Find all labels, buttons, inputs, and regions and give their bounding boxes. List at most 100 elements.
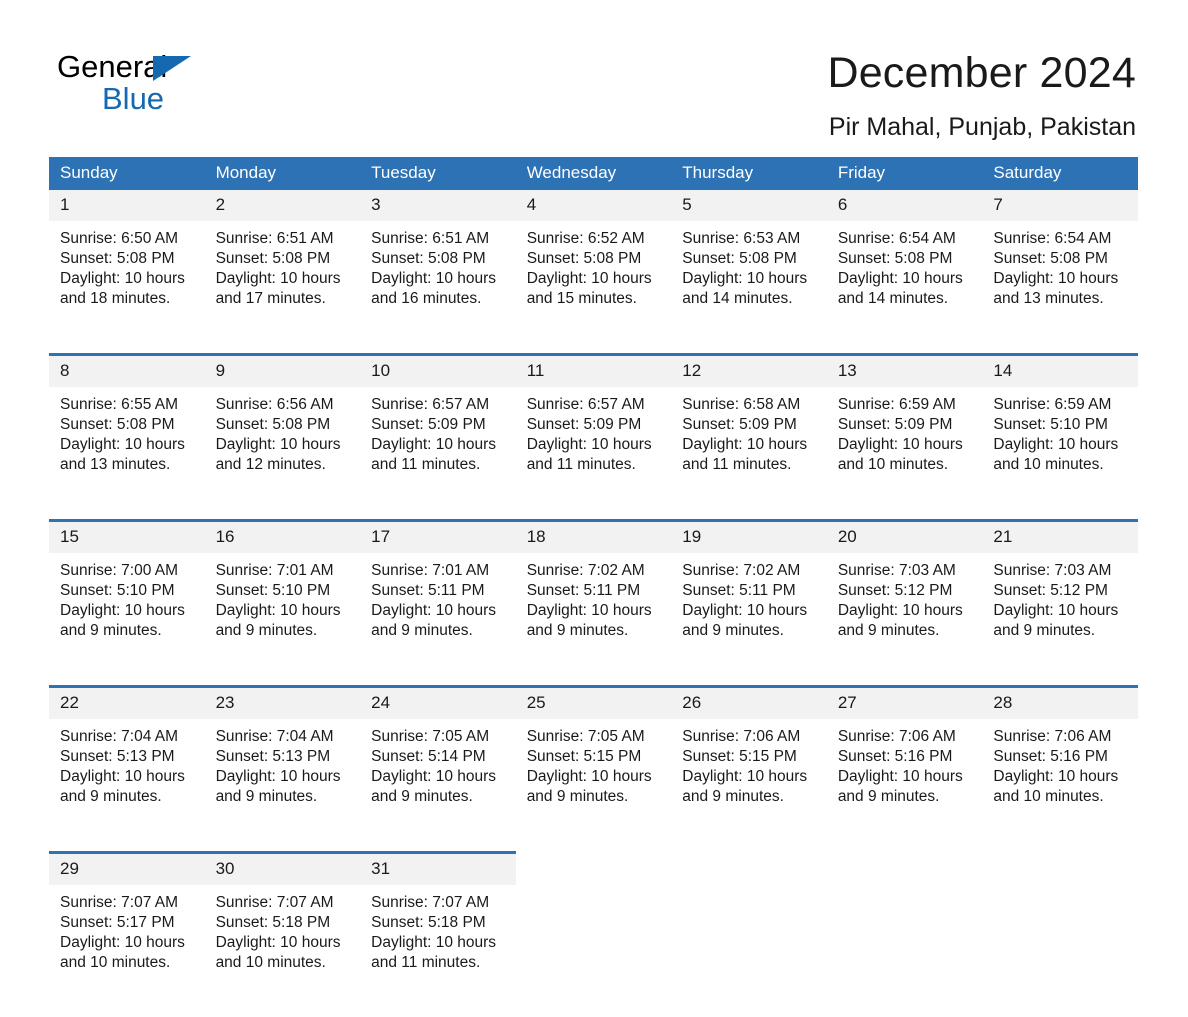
day-cell[interactable]: Sunrise: 7:00 AM Sunset: 5:10 PM Dayligh… [49,553,205,687]
day-cell[interactable]: Sunrise: 6:59 AM Sunset: 5:09 PM Dayligh… [826,387,983,521]
day-cell[interactable]: Sunrise: 7:07 AM Sunset: 5:18 PM Dayligh… [360,885,516,1017]
day-number[interactable]: 27 [826,685,983,719]
day-cell[interactable]: Sunrise: 7:01 AM Sunset: 5:10 PM Dayligh… [204,553,361,687]
day-cell[interactable]: Sunrise: 7:03 AM Sunset: 5:12 PM Dayligh… [826,553,983,687]
day-cell[interactable]: Sunrise: 7:07 AM Sunset: 5:17 PM Dayligh… [49,885,205,1017]
daylight-text: Daylight: 10 hours and 9 minutes. [215,602,341,639]
day-number[interactable]: 17 [360,519,516,553]
sunset-text: Sunset: 5:13 PM [60,748,175,765]
day-number-empty [982,851,1138,885]
calendar-grid: Sunday Monday Tuesday Wednesday Thursday… [49,157,1138,1017]
title-block: December 2024 Pir Mahal, Punjab, Pakista… [436,48,1136,144]
day-cell[interactable]: Sunrise: 7:05 AM Sunset: 5:14 PM Dayligh… [360,719,516,853]
day-number[interactable]: 28 [982,685,1138,719]
sunset-text: Sunset: 5:10 PM [215,582,331,599]
sunrise-text: Sunrise: 6:55 AM [60,396,179,413]
day-number[interactable]: 6 [826,190,983,221]
daylight-text: Daylight: 10 hours and 9 minutes. [526,602,652,639]
day-number[interactable]: 20 [826,519,983,553]
day-number[interactable]: 26 [671,685,827,719]
logo-triangle-icon [153,56,191,81]
day-number[interactable]: 13 [826,353,983,387]
day-number[interactable]: 2 [204,190,361,221]
sunrise-text: Sunrise: 6:51 AM [371,230,490,247]
day-cell[interactable]: Sunrise: 6:54 AM Sunset: 5:08 PM Dayligh… [982,221,1138,355]
day-number[interactable]: 24 [360,685,516,719]
day-cell[interactable]: Sunrise: 6:50 AM Sunset: 5:08 PM Dayligh… [49,221,205,355]
day-number[interactable]: 16 [204,519,361,553]
sunrise-text: Sunrise: 6:59 AM [837,396,956,413]
day-number[interactable]: 12 [671,353,827,387]
day-cell[interactable]: Sunrise: 7:06 AM Sunset: 5:15 PM Dayligh… [671,719,827,853]
sunset-text: Sunset: 5:13 PM [215,748,331,765]
day-cell[interactable]: Sunrise: 6:54 AM Sunset: 5:08 PM Dayligh… [826,221,983,355]
day-number[interactable]: 1 [49,190,205,221]
daylight-text: Daylight: 10 hours and 11 minutes. [682,436,808,473]
day-cell[interactable]: Sunrise: 7:03 AM Sunset: 5:12 PM Dayligh… [982,553,1138,687]
sunrise-text: Sunrise: 7:01 AM [215,562,334,579]
daylight-text: Daylight: 10 hours and 9 minutes. [60,602,185,639]
day-cell[interactable]: Sunrise: 6:53 AM Sunset: 5:08 PM Dayligh… [671,221,827,355]
sunrise-text: Sunrise: 7:05 AM [371,728,490,745]
week-daynumbers-row: 8 9 10 11 12 13 14 [49,353,1138,387]
day-number[interactable]: 25 [515,685,672,719]
sunset-text: Sunset: 5:15 PM [526,748,642,765]
day-cell[interactable]: Sunrise: 7:04 AM Sunset: 5:13 PM Dayligh… [49,719,205,853]
weekday-header-wednesday: Wednesday [515,157,672,190]
day-cell[interactable]: Sunrise: 7:06 AM Sunset: 5:16 PM Dayligh… [826,719,983,853]
day-cell[interactable]: Sunrise: 6:55 AM Sunset: 5:08 PM Dayligh… [49,387,205,521]
day-cell[interactable]: Sunrise: 7:04 AM Sunset: 5:13 PM Dayligh… [204,719,361,853]
day-number[interactable]: 22 [49,685,205,719]
logo-word-general: General [57,49,168,84]
weekday-header-saturday: Saturday [982,157,1138,190]
day-cell[interactable]: Sunrise: 6:51 AM Sunset: 5:08 PM Dayligh… [360,221,516,355]
day-number[interactable]: 11 [515,353,672,387]
day-number[interactable]: 14 [982,353,1138,387]
day-number[interactable]: 29 [49,851,205,885]
day-number[interactable]: 8 [49,353,205,387]
day-number[interactable]: 31 [360,851,516,885]
day-number[interactable]: 3 [360,190,516,221]
day-cell[interactable]: Sunrise: 7:05 AM Sunset: 5:15 PM Dayligh… [515,719,672,853]
day-cell[interactable]: Sunrise: 6:56 AM Sunset: 5:08 PM Dayligh… [204,387,361,521]
day-cell-empty [982,885,1138,1017]
day-number[interactable]: 10 [360,353,516,387]
location-subtitle: Pir Mahal, Punjab, Pakistan [828,113,1136,141]
day-number-empty [826,851,983,885]
day-cell[interactable]: Sunrise: 6:51 AM Sunset: 5:08 PM Dayligh… [204,221,361,355]
day-cell[interactable]: Sunrise: 7:06 AM Sunset: 5:16 PM Dayligh… [982,719,1138,853]
day-number[interactable]: 4 [515,190,672,221]
day-number[interactable]: 15 [49,519,205,553]
daylight-text: Daylight: 10 hours and 9 minutes. [371,768,497,805]
day-cell[interactable]: Sunrise: 7:01 AM Sunset: 5:11 PM Dayligh… [360,553,516,687]
sunset-text: Sunset: 5:17 PM [60,914,175,931]
day-cell[interactable]: Sunrise: 6:58 AM Sunset: 5:09 PM Dayligh… [671,387,827,521]
day-number[interactable]: 7 [982,190,1138,221]
daylight-text: Daylight: 10 hours and 10 minutes. [215,934,341,971]
sunset-text: Sunset: 5:09 PM [371,416,486,433]
day-number[interactable]: 30 [204,851,361,885]
sunset-text: Sunset: 5:10 PM [60,582,175,599]
daylight-text: Daylight: 10 hours and 14 minutes. [837,270,963,307]
daylight-text: Daylight: 10 hours and 9 minutes. [837,768,963,805]
day-cell[interactable]: Sunrise: 7:07 AM Sunset: 5:18 PM Dayligh… [204,885,361,1017]
day-cell[interactable]: Sunrise: 7:02 AM Sunset: 5:11 PM Dayligh… [515,553,672,687]
sunrise-text: Sunrise: 7:07 AM [60,894,179,911]
daylight-text: Daylight: 10 hours and 11 minutes. [526,436,652,473]
day-cell[interactable]: Sunrise: 6:52 AM Sunset: 5:08 PM Dayligh… [515,221,672,355]
day-cell[interactable]: Sunrise: 6:59 AM Sunset: 5:10 PM Dayligh… [982,387,1138,521]
day-cell[interactable]: Sunrise: 6:57 AM Sunset: 5:09 PM Dayligh… [360,387,516,521]
sunset-text: Sunset: 5:11 PM [682,582,796,599]
daylight-text: Daylight: 10 hours and 9 minutes. [682,768,808,805]
sunset-text: Sunset: 5:08 PM [682,250,797,267]
sunset-text: Sunset: 5:14 PM [371,748,486,765]
day-number[interactable]: 21 [982,519,1138,553]
day-cell[interactable]: Sunrise: 6:57 AM Sunset: 5:09 PM Dayligh… [515,387,672,521]
day-number[interactable]: 23 [204,685,361,719]
day-number[interactable]: 18 [515,519,672,553]
day-number[interactable]: 9 [204,353,361,387]
day-cell[interactable]: Sunrise: 7:02 AM Sunset: 5:11 PM Dayligh… [671,553,827,687]
week-details-row: Sunrise: 6:50 AM Sunset: 5:08 PM Dayligh… [49,221,1138,355]
day-number[interactable]: 5 [671,190,827,221]
day-number[interactable]: 19 [671,519,827,553]
